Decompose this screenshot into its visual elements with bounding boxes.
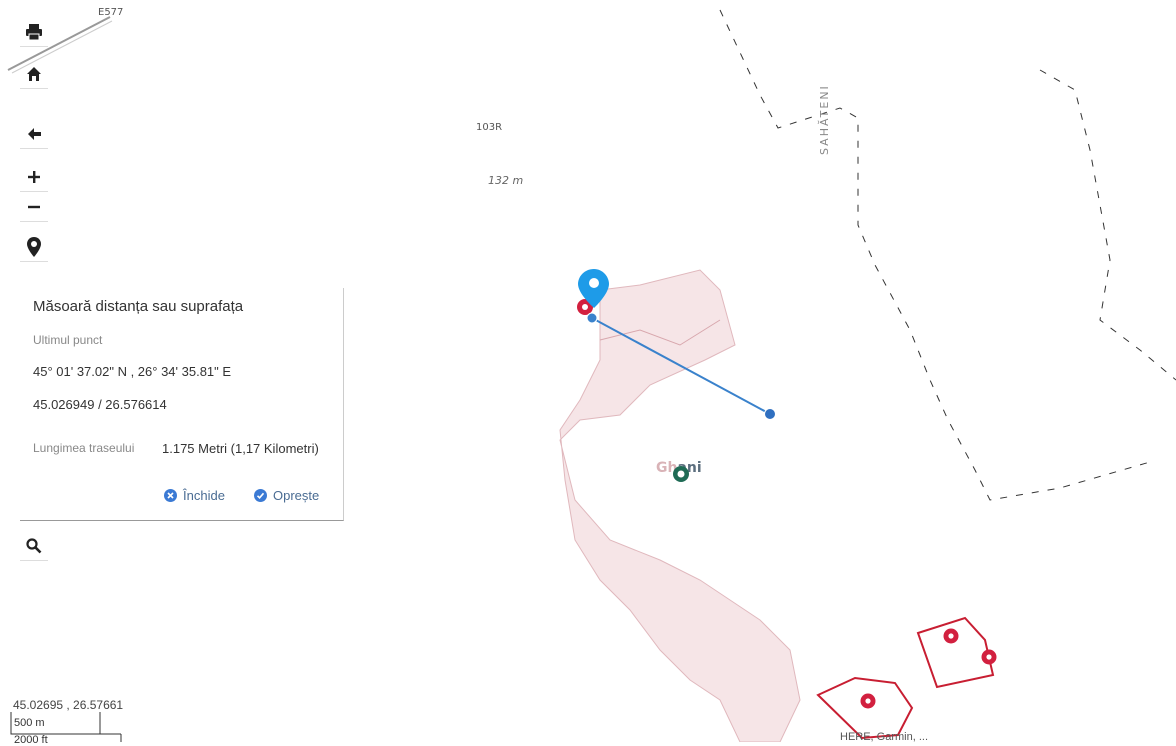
measure-end-point-icon[interactable] bbox=[763, 407, 777, 421]
dms-coordinates: 45° 01' 37.02" N , 26° 34' 35.81" E bbox=[33, 364, 232, 379]
print-button[interactable] bbox=[20, 18, 48, 47]
elevation-label: 132 m bbox=[488, 174, 524, 187]
map-attribution[interactable]: HERE, Garmin, ... bbox=[840, 731, 928, 743]
back-button[interactable] bbox=[20, 120, 48, 149]
location-marker-icon[interactable] bbox=[568, 262, 618, 332]
home-button[interactable] bbox=[20, 60, 48, 89]
panel-title: Măsoară distanța sau suprafața bbox=[33, 298, 244, 315]
close-label: Închide bbox=[183, 488, 225, 503]
parcel-marker-icon[interactable] bbox=[980, 648, 998, 666]
measure-panel: Măsoară distanța sau suprafața Ultimul p… bbox=[20, 288, 344, 521]
zoom-out-icon bbox=[28, 205, 40, 209]
zoom-in-button[interactable] bbox=[20, 163, 48, 192]
parcel-polygons bbox=[816, 616, 995, 740]
built-up-area bbox=[559, 269, 801, 742]
search-button[interactable] bbox=[20, 532, 48, 561]
home-icon bbox=[27, 67, 41, 81]
location-button[interactable] bbox=[20, 233, 48, 262]
parcel-marker-icon[interactable] bbox=[859, 692, 877, 710]
route-label: 103R bbox=[476, 122, 503, 133]
scale-imperial: 2000 ft bbox=[14, 734, 48, 746]
zoom-in-icon bbox=[28, 171, 40, 183]
scale-metric: 500 m bbox=[14, 717, 45, 729]
road-label: E577 bbox=[98, 7, 124, 18]
check-icon bbox=[254, 489, 267, 502]
back-arrow-icon bbox=[28, 128, 41, 140]
stop-button[interactable]: Oprește bbox=[254, 488, 319, 503]
parcel-marker-icon[interactable] bbox=[942, 627, 960, 645]
path-length-value: 1.175 Metri (1,17 Kilometri) bbox=[162, 441, 319, 456]
admin-boundary bbox=[719, 9, 1176, 501]
close-icon bbox=[164, 489, 177, 502]
decimal-coordinates: 45.026949 / 26.576614 bbox=[33, 397, 167, 412]
stop-label: Oprește bbox=[273, 488, 320, 503]
print-icon bbox=[26, 24, 42, 41]
path-length-label: Lungimea traseului bbox=[33, 441, 135, 455]
last-point-label: Ultimul punct bbox=[33, 333, 103, 347]
cursor-coordinates: 45.02695 , 26.57661 bbox=[13, 698, 124, 712]
location-pin-icon bbox=[27, 237, 41, 257]
search-icon bbox=[26, 538, 42, 554]
close-button[interactable]: Închide bbox=[164, 488, 225, 503]
locality-label: SAHĂTENI bbox=[818, 84, 831, 155]
town-center-marker-icon[interactable] bbox=[672, 465, 690, 483]
zoom-out-button[interactable] bbox=[20, 193, 48, 222]
